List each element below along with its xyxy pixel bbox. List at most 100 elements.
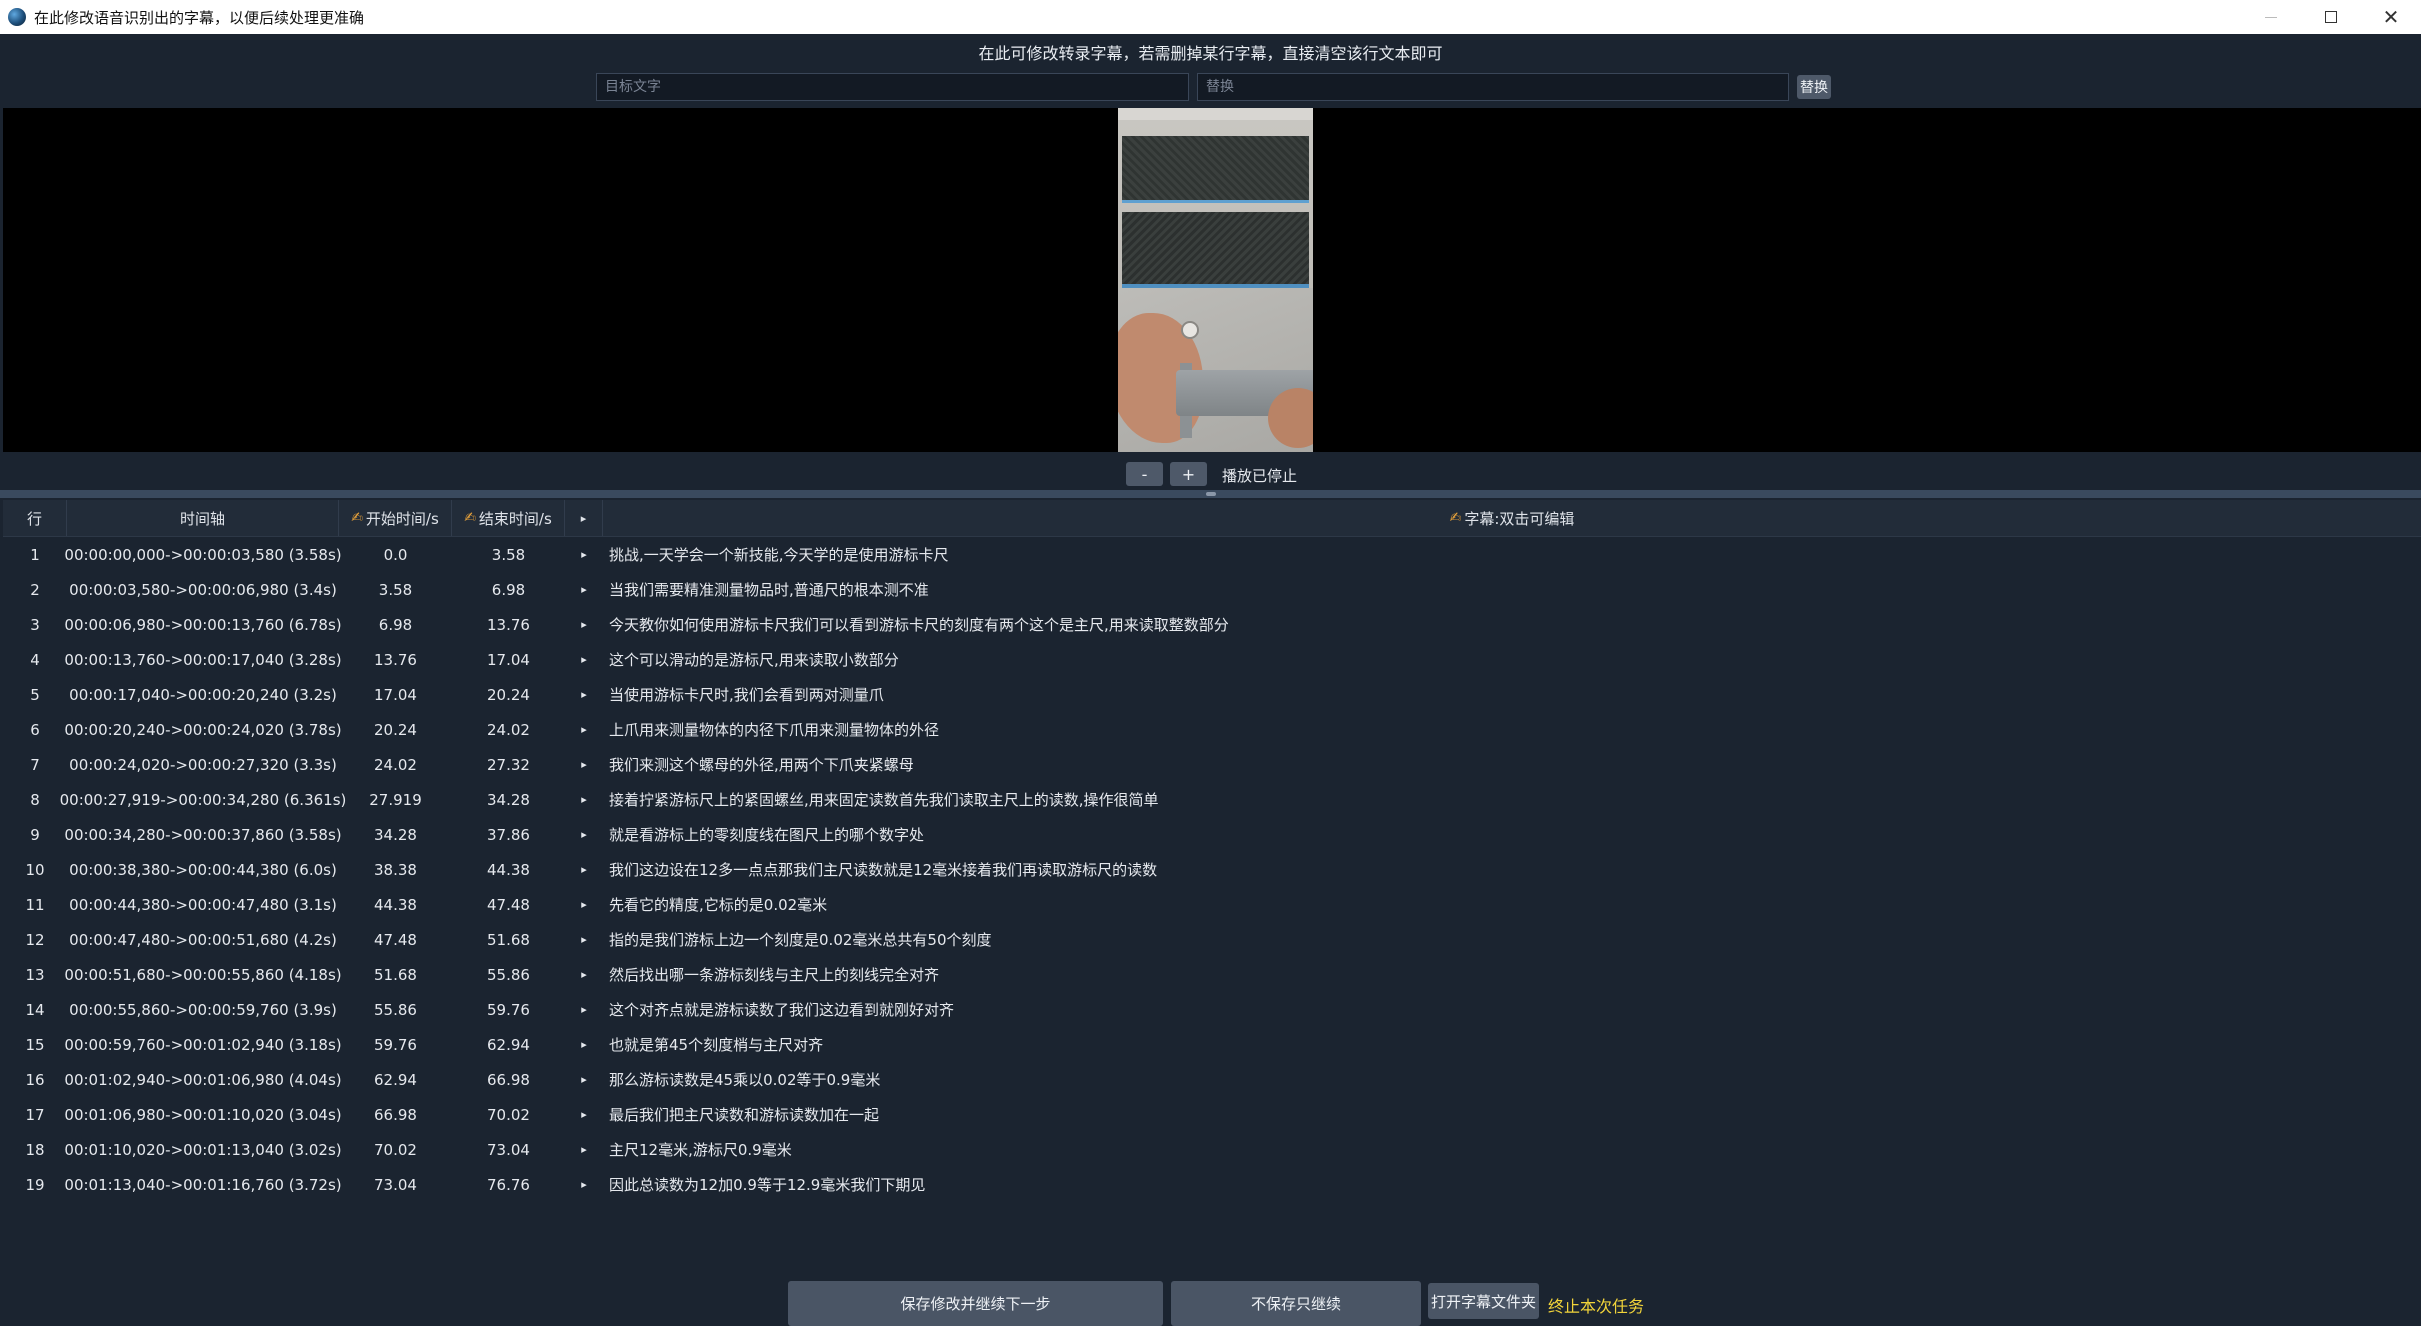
subtitle-text-cell[interactable]: 上爪用来测量物体的内径下爪用来测量物体的外径 <box>609 712 2409 747</box>
table-row[interactable]: 12 00:00:47,480->00:00:51,680 (4.2s) 47.48… <box>3 922 2421 957</box>
play-segment-icon[interactable]: ▸ <box>565 1062 603 1097</box>
end-time-cell[interactable]: 34.28 <box>452 782 565 817</box>
play-segment-icon[interactable]: ▸ <box>565 817 603 852</box>
subtitle-text-cell[interactable]: 这个对齐点就是游标读数了我们这边看到就刚好对齐 <box>609 992 2409 1027</box>
open-subtitle-folder-button[interactable]: 打开字幕文件夹 <box>1428 1283 1539 1319</box>
play-segment-icon[interactable]: ▸ <box>565 1027 603 1062</box>
start-time-cell[interactable]: 13.76 <box>339 642 452 677</box>
play-segment-icon[interactable]: ▸ <box>565 572 603 607</box>
subtitle-text-cell[interactable]: 然后找出哪一条游标刻线与主尺上的刻线完全对齐 <box>609 957 2409 992</box>
header-play[interactable]: ▸ <box>565 500 603 536</box>
subtitle-text-cell[interactable]: 我们来测这个螺母的外径,用两个下爪夹紧螺母 <box>609 747 2409 782</box>
start-time-cell[interactable]: 6.98 <box>339 607 452 642</box>
start-time-cell[interactable]: 34.28 <box>339 817 452 852</box>
table-row[interactable]: 1 00:00:00,000->00:00:03,580 (3.58s) 0.0 3.… <box>3 537 2421 572</box>
table-row[interactable]: 9 00:00:34,280->00:00:37,860 (3.58s) 34.28… <box>3 817 2421 852</box>
table-row[interactable]: 15 00:00:59,760->00:01:02,940 (3.18s) 59.7… <box>3 1027 2421 1062</box>
subtitle-text-cell[interactable]: 接着拧紧游标尺上的紧固螺丝,用来固定读数首先我们读取主尺上的读数,操作很简单 <box>609 782 2409 817</box>
start-time-cell[interactable]: 47.48 <box>339 922 452 957</box>
end-time-cell[interactable]: 20.24 <box>452 677 565 712</box>
subtitle-text-cell[interactable]: 指的是我们游标上边一个刻度是0.02毫米总共有50个刻度 <box>609 922 2409 957</box>
play-segment-icon[interactable]: ▸ <box>565 957 603 992</box>
play-segment-icon[interactable]: ▸ <box>565 1167 603 1202</box>
start-time-cell[interactable]: 3.58 <box>339 572 452 607</box>
target-text-input[interactable] <box>596 73 1189 101</box>
subtitle-text-cell[interactable]: 就是看游标上的零刻度线在图尺上的哪个数字处 <box>609 817 2409 852</box>
table-row[interactable]: 5 00:00:17,040->00:00:20,240 (3.2s) 17.04 2… <box>3 677 2421 712</box>
end-time-cell[interactable]: 13.76 <box>452 607 565 642</box>
start-time-cell[interactable]: 38.38 <box>339 852 452 887</box>
splitter-handle[interactable] <box>0 490 2421 498</box>
play-segment-icon[interactable]: ▸ <box>565 1132 603 1167</box>
replace-text-input[interactable] <box>1197 73 1789 101</box>
play-segment-icon[interactable]: ▸ <box>565 782 603 817</box>
table-row[interactable]: 10 00:00:38,380->00:00:44,380 (6.0s) 38.38… <box>3 852 2421 887</box>
play-segment-icon[interactable]: ▸ <box>565 887 603 922</box>
table-row[interactable]: 8 00:00:27,919->00:00:34,280 (6.361s) 27.9… <box>3 782 2421 817</box>
subtitle-text-cell[interactable]: 主尺12毫米,游标尺0.9毫米 <box>609 1132 2409 1167</box>
subtitle-text-cell[interactable]: 当使用游标卡尺时,我们会看到两对测量爪 <box>609 677 2409 712</box>
start-time-cell[interactable]: 73.04 <box>339 1167 452 1202</box>
end-time-cell[interactable]: 59.76 <box>452 992 565 1027</box>
start-time-cell[interactable]: 62.94 <box>339 1062 452 1097</box>
end-time-cell[interactable]: 73.04 <box>452 1132 565 1167</box>
header-subtitle-text[interactable]: ✍ 字幕:双击可编辑 <box>603 500 2421 536</box>
start-time-cell[interactable]: 20.24 <box>339 712 452 747</box>
end-time-cell[interactable]: 3.58 <box>452 537 565 572</box>
subtitle-text-cell[interactable]: 也就是第45个刻度梢与主尺对齐 <box>609 1027 2409 1062</box>
table-row[interactable]: 11 00:00:44,380->00:00:47,480 (3.1s) 44.38… <box>3 887 2421 922</box>
table-row[interactable]: 2 00:00:03,580->00:00:06,980 (3.4s) 3.58 6.… <box>3 572 2421 607</box>
end-time-cell[interactable]: 6.98 <box>452 572 565 607</box>
start-time-cell[interactable]: 17.04 <box>339 677 452 712</box>
speed-up-button[interactable]: + <box>1170 462 1207 486</box>
subtitle-text-cell[interactable]: 当我们需要精准测量物品时,普通尺的根本测不准 <box>609 572 2409 607</box>
play-segment-icon[interactable]: ▸ <box>565 992 603 1027</box>
header-start-time[interactable]: ✍ 开始时间/s <box>339 500 452 536</box>
table-row[interactable]: 3 00:00:06,980->00:00:13,760 (6.78s) 6.98 1… <box>3 607 2421 642</box>
close-button[interactable]: ✕ <box>2361 0 2421 34</box>
start-time-cell[interactable]: 59.76 <box>339 1027 452 1062</box>
subtitle-text-cell[interactable]: 那么游标读数是45乘以0.02等于0.9毫米 <box>609 1062 2409 1097</box>
start-time-cell[interactable]: 24.02 <box>339 747 452 782</box>
subtitle-text-cell[interactable]: 今天教你如何使用游标卡尺我们可以看到游标卡尺的刻度有两个这个是主尺,用来读取整数… <box>609 607 2409 642</box>
start-time-cell[interactable]: 27.919 <box>339 782 452 817</box>
end-time-cell[interactable]: 66.98 <box>452 1062 565 1097</box>
play-segment-icon[interactable]: ▸ <box>565 537 603 572</box>
header-row-number[interactable]: 行 <box>3 500 67 536</box>
play-segment-icon[interactable]: ▸ <box>565 642 603 677</box>
play-segment-icon[interactable]: ▸ <box>565 712 603 747</box>
start-time-cell[interactable]: 70.02 <box>339 1132 452 1167</box>
table-row[interactable]: 18 00:01:10,020->00:01:13,040 (3.02s) 70.0… <box>3 1132 2421 1167</box>
play-segment-icon[interactable]: ▸ <box>565 852 603 887</box>
end-time-cell[interactable]: 55.86 <box>452 957 565 992</box>
end-time-cell[interactable]: 17.04 <box>452 642 565 677</box>
start-time-cell[interactable]: 66.98 <box>339 1097 452 1132</box>
table-row[interactable]: 4 00:00:13,760->00:00:17,040 (3.28s) 13.76… <box>3 642 2421 677</box>
header-timeline[interactable]: 时间轴 <box>67 500 339 536</box>
start-time-cell[interactable]: 55.86 <box>339 992 452 1027</box>
stop-task-link[interactable]: 终止本次任务 <box>1548 1293 1644 1317</box>
start-time-cell[interactable]: 51.68 <box>339 957 452 992</box>
subtitle-text-cell[interactable]: 这个可以滑动的是游标尺,用来读取小数部分 <box>609 642 2409 677</box>
table-row[interactable]: 17 00:01:06,980->00:01:10,020 (3.04s) 66.9… <box>3 1097 2421 1132</box>
end-time-cell[interactable]: 44.38 <box>452 852 565 887</box>
minimize-button[interactable] <box>2241 0 2301 34</box>
play-segment-icon[interactable]: ▸ <box>565 607 603 642</box>
table-row[interactable]: 14 00:00:55,860->00:00:59,760 (3.9s) 55.86… <box>3 992 2421 1027</box>
play-segment-icon[interactable]: ▸ <box>565 922 603 957</box>
subtitle-text-cell[interactable]: 挑战,一天学会一个新技能,今天学的是使用游标卡尺 <box>609 537 2409 572</box>
end-time-cell[interactable]: 37.86 <box>452 817 565 852</box>
end-time-cell[interactable]: 27.32 <box>452 747 565 782</box>
video-preview[interactable] <box>3 108 2421 452</box>
start-time-cell[interactable]: 44.38 <box>339 887 452 922</box>
replace-button[interactable]: 替换 <box>1797 75 1831 99</box>
subtitle-text-cell[interactable]: 最后我们把主尺读数和游标读数加在一起 <box>609 1097 2409 1132</box>
maximize-button[interactable] <box>2301 0 2361 34</box>
subtitle-text-cell[interactable]: 先看它的精度,它标的是0.02毫米 <box>609 887 2409 922</box>
table-row[interactable]: 6 00:00:20,240->00:00:24,020 (3.78s) 20.24… <box>3 712 2421 747</box>
play-segment-icon[interactable]: ▸ <box>565 677 603 712</box>
speed-down-button[interactable]: - <box>1126 462 1163 486</box>
end-time-cell[interactable]: 62.94 <box>452 1027 565 1062</box>
table-row[interactable]: 19 00:01:13,040->00:01:16,760 (3.72s) 73.0… <box>3 1167 2421 1202</box>
table-row[interactable]: 7 00:00:24,020->00:00:27,320 (3.3s) 24.02 2… <box>3 747 2421 782</box>
